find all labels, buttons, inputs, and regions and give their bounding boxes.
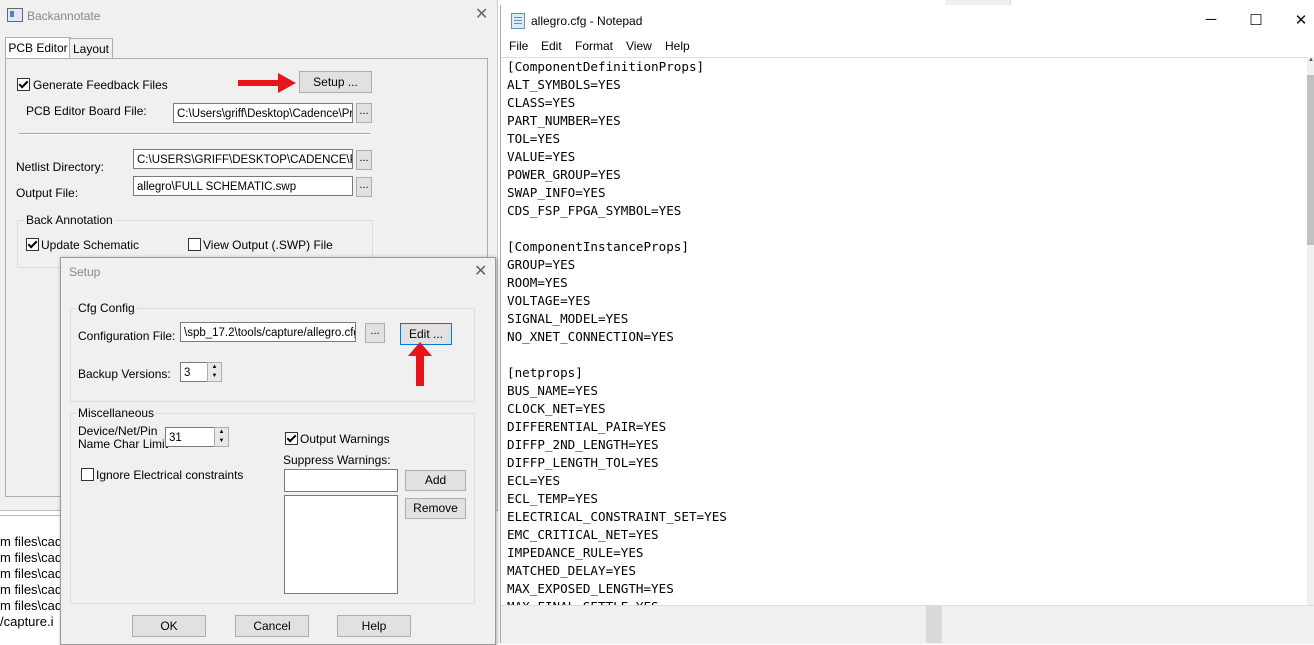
generate-feedback-checkbox[interactable]: [17, 78, 30, 91]
session-log-console: m files\cad m files\cad m files\cad m fi…: [0, 515, 64, 644]
configuration-file-label: Configuration File:: [78, 329, 176, 343]
name-char-limit-label-line2: Name Char Limit: [78, 437, 169, 451]
backup-versions-input[interactable]: 3: [180, 362, 208, 382]
tab-layout[interactable]: Layout: [69, 38, 113, 59]
miscellaneous-group-title: Miscellaneous: [76, 406, 157, 420]
output-warnings-label: Output Warnings: [300, 432, 390, 446]
output-file-input[interactable]: allegro\FULL SCHEMATIC.swp: [133, 176, 353, 196]
scrollbar-thumb[interactable]: [1307, 75, 1314, 245]
view-output-label: View Output (.SWP) File: [203, 238, 333, 252]
red-arrow-annotation: [408, 342, 432, 386]
divider: [19, 133, 370, 135]
menu-file[interactable]: File: [509, 39, 528, 53]
update-schematic-checkbox[interactable]: [26, 238, 39, 251]
scroll-up-icon[interactable]: ▲: [1307, 57, 1314, 69]
menu-format[interactable]: Format: [575, 39, 613, 53]
window-title: allegro.cfg - Notepad: [531, 14, 643, 28]
tab-pcb-editor[interactable]: PCB Editor: [5, 37, 71, 59]
suppress-warnings-list[interactable]: [284, 495, 398, 594]
dialog-title: Setup: [69, 265, 101, 279]
configuration-file-browse-button[interactable]: ...: [365, 323, 385, 343]
configuration-file-input[interactable]: \spb_17.2\tools/capture/allegro.cfg: [180, 322, 356, 342]
menu-bar: File Edit Format View Help: [501, 39, 1314, 57]
red-arrow-annotation: [238, 73, 296, 93]
suppress-warnings-label: Suppress Warnings:: [283, 453, 391, 467]
setup-dialog: Setup ✕ Cfg Config Configuration File: \…: [60, 257, 496, 645]
backannotate-app-icon: [7, 8, 23, 22]
remove-button[interactable]: Remove: [405, 498, 466, 519]
text-editor-area[interactable]: [ComponentDefinitionProps] ALT_SYMBOLS=Y…: [501, 57, 1309, 606]
console-line: m files\cad: [0, 550, 63, 565]
cfg-config-group-title: Cfg Config: [76, 301, 137, 315]
back-annotation-group-title: Back Annotation: [24, 213, 115, 227]
board-file-input[interactable]: C:\Users\griff\Desktop\Cadence\Pr: [173, 103, 353, 123]
update-schematic-label: Update Schematic: [41, 238, 140, 252]
close-icon[interactable]: ✕: [1291, 11, 1311, 29]
maximize-icon[interactable]: ☐: [1246, 11, 1266, 29]
netlist-directory-label: Netlist Directory:: [16, 160, 105, 174]
minimize-icon[interactable]: ─: [1201, 11, 1221, 28]
console-line: m files\cad: [0, 534, 63, 549]
spin-up-icon[interactable]: ▲: [215, 428, 228, 436]
close-icon[interactable]: ✕: [475, 4, 488, 24]
console-line: m files\cad: [0, 566, 63, 581]
background-scrollbar: [926, 605, 942, 643]
setup-button[interactable]: Setup ...: [299, 71, 372, 93]
backup-versions-spinner[interactable]: ▲ ▼: [207, 362, 222, 382]
ignore-constraints-label: Ignore Electrical constraints: [96, 468, 244, 482]
suppress-warning-input[interactable]: [284, 469, 398, 492]
add-button[interactable]: Add: [405, 470, 466, 491]
file-content[interactable]: [ComponentDefinitionProps] ALT_SYMBOLS=Y…: [507, 58, 727, 606]
output-file-label: Output File:: [16, 186, 79, 200]
view-output-checkbox[interactable]: [188, 238, 201, 251]
cancel-button[interactable]: Cancel: [235, 615, 309, 637]
output-file-browse-button[interactable]: ...: [356, 177, 372, 197]
spin-down-icon[interactable]: ▼: [215, 437, 228, 445]
console-line: m files\cad: [0, 598, 63, 613]
close-icon[interactable]: ✕: [474, 261, 487, 281]
generate-feedback-label: Generate Feedback Files: [33, 78, 168, 92]
netlist-directory-input[interactable]: C:\USERS\GRIFF\DESKTOP\CADENCE\P: [133, 149, 353, 169]
console-line: /capture.i: [0, 614, 54, 629]
spin-up-icon[interactable]: ▲: [208, 363, 221, 371]
ignore-constraints-checkbox[interactable]: [81, 468, 94, 481]
menu-view[interactable]: View: [626, 39, 652, 53]
board-file-browse-button[interactable]: ...: [356, 103, 372, 123]
backup-versions-label: Backup Versions:: [78, 367, 171, 381]
background-strip: [501, 605, 1314, 644]
board-file-label: PCB Editor Board File:: [26, 104, 147, 118]
ok-button[interactable]: OK: [132, 615, 206, 637]
menu-help[interactable]: Help: [665, 39, 690, 53]
spin-down-icon[interactable]: ▼: [208, 372, 221, 380]
help-button[interactable]: Help: [337, 615, 411, 637]
name-char-limit-label-line1: Device/Net/Pin: [78, 424, 158, 438]
window-title: Backannotate: [27, 9, 101, 23]
console-line: m files\cad: [0, 582, 63, 597]
netlist-directory-browse-button[interactable]: ...: [356, 150, 372, 170]
notepad-icon: [511, 13, 525, 29]
menu-edit[interactable]: Edit: [541, 39, 562, 53]
output-warnings-checkbox[interactable]: [285, 432, 298, 445]
name-char-limit-input[interactable]: 31: [165, 427, 215, 447]
name-char-limit-spinner[interactable]: ▲ ▼: [214, 427, 229, 447]
notepad-window: allegro.cfg - Notepad ─ ☐ ✕ File Edit Fo…: [500, 5, 1314, 644]
